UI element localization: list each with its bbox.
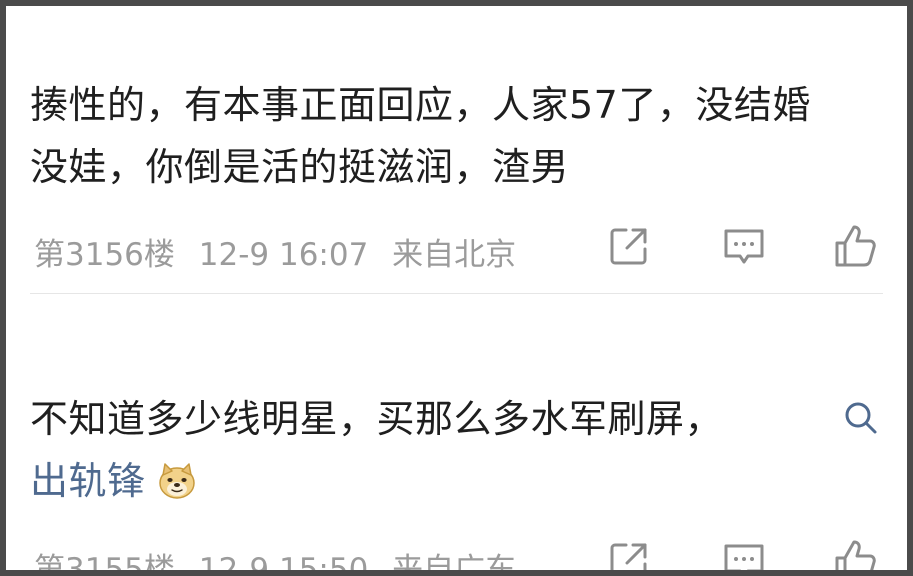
- comment-meta: 第3156楼 12-9 16:07 来自北京: [30, 221, 883, 274]
- comment-body: 不知道多少线明星，买那么多水军刷屏，: [30, 397, 724, 441]
- thumbs-up-icon: [835, 225, 876, 267]
- comment-icon: [724, 544, 764, 570]
- comment-button[interactable]: [718, 536, 770, 570]
- like-button[interactable]: [830, 221, 882, 271]
- post-source: 来自北京: [392, 237, 517, 273]
- comment-meta-info: 第3155楼 12-9 15:50 来自广东: [34, 544, 517, 576]
- comment-item: 不知道多少线明星，买那么多水军刷屏， 出轨锋 第3155楼 12-9 15:50…: [30, 388, 883, 570]
- search-icon: [845, 402, 877, 434]
- comment-meta: 第3155楼 12-9 15:50 来自广东: [30, 536, 883, 576]
- comment-icon: [724, 229, 764, 264]
- floor-number: 第3155楼: [34, 552, 175, 576]
- post-time: 12-9 15:50: [198, 552, 369, 576]
- screenshot-frame: 揍性的，有本事正面回应，人家57了，没结婚没娃，你倒是活的挺滋润，渣男 第315…: [0, 0, 913, 576]
- comment-meta-info: 第3156楼 12-9 16:07 来自北京: [34, 229, 516, 274]
- share-button[interactable]: [604, 536, 656, 570]
- floor-number: 第3156楼: [34, 237, 175, 273]
- doge-emoji: [156, 458, 198, 500]
- divider: [30, 293, 883, 294]
- comment-button[interactable]: [718, 221, 770, 271]
- like-button[interactable]: [830, 536, 882, 570]
- share-icon: [610, 543, 647, 570]
- topic-link[interactable]: 出轨锋: [30, 459, 146, 503]
- comment-item: 揍性的，有本事正面回应，人家57了，没结婚没娃，你倒是活的挺滋润，渣男 第315…: [30, 74, 883, 273]
- post-source: 来自广东: [392, 552, 517, 576]
- share-icon: [610, 228, 647, 265]
- share-button[interactable]: [604, 221, 656, 271]
- comment-text: 不知道多少线明星，买那么多水军刷屏， 出轨锋: [30, 388, 883, 512]
- thumbs-up-icon: [835, 540, 876, 570]
- comment-text: 揍性的，有本事正面回应，人家57了，没结婚没娃，你倒是活的挺滋润，渣男: [30, 83, 811, 189]
- post-time: 12-9 16:07: [198, 237, 369, 273]
- search-button[interactable]: [839, 396, 883, 440]
